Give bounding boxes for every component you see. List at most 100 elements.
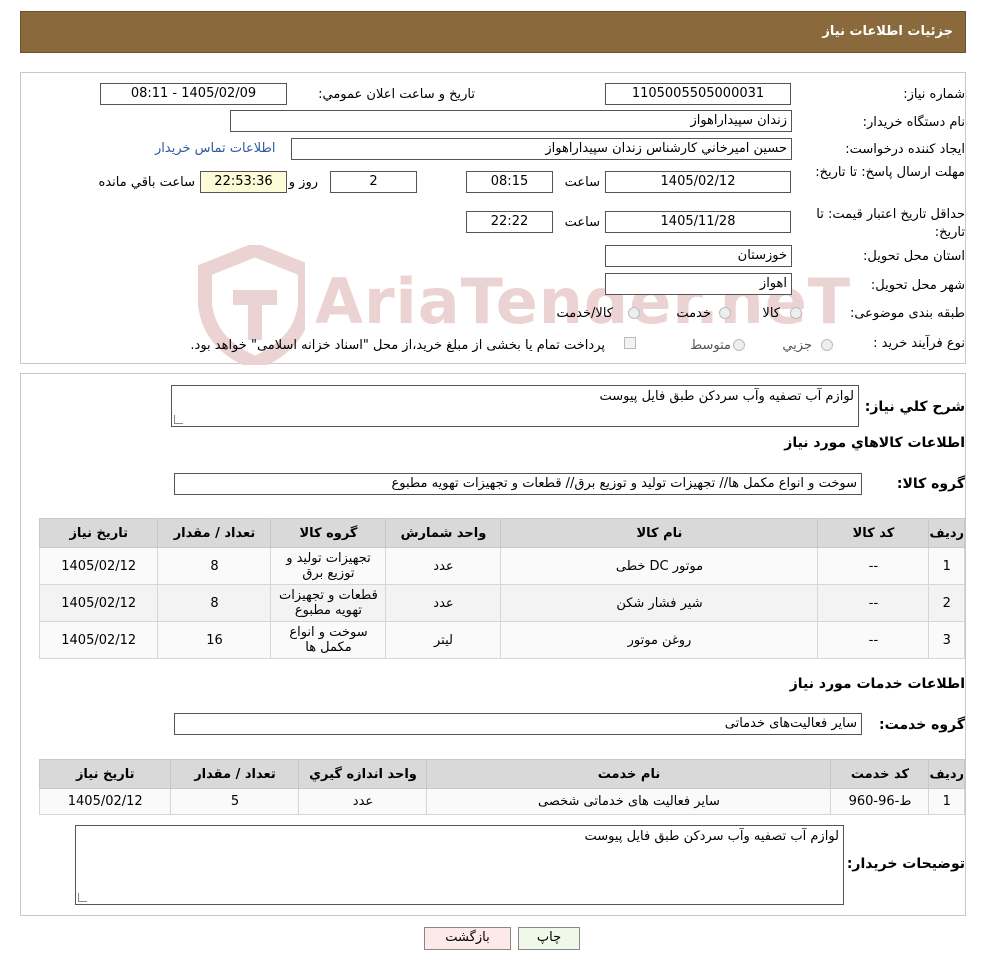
days-label: روز و <box>288 175 318 190</box>
buyer-notes-text: لوازم آب تصفیه وآب سردکن طبق فایل پیوست <box>584 829 839 844</box>
goods-group-field: سوخت و انواع مکمل ها// تجهیزات تولید و ت… <box>174 473 862 495</box>
deadline-time-field: 08:15 <box>466 171 553 193</box>
cell-name: سایر فعالیت های خدماتی شخصی <box>426 788 832 815</box>
goods-col-name: نام کالا <box>500 518 819 548</box>
process-minor-radio[interactable] <box>821 339 833 351</box>
city-field: اهواز <box>605 273 792 295</box>
goods-col-code: کد کالا <box>817 518 930 548</box>
province-field: خوزستان <box>605 245 792 267</box>
services-table: رديف کد خدمت نام خدمت واحد اندازه گيري ت… <box>38 759 965 815</box>
need-number-field: 1105005505000031 <box>605 83 791 105</box>
print-button[interactable]: چاپ <box>518 927 580 950</box>
resize-handle-icon[interactable] <box>78 893 87 902</box>
city-label: شهر محل تحويل: <box>870 278 965 293</box>
cell-code: -- <box>817 584 930 622</box>
cell-date: 1405/02/12 <box>38 584 159 622</box>
need-number-label: شماره نیاز: <box>903 87 965 102</box>
category-service-radio[interactable] <box>719 307 731 319</box>
services-col-date: تاريخ نياز <box>38 759 172 789</box>
services-col-row: رديف <box>928 759 965 789</box>
services-col-unit: واحد اندازه گيري <box>298 759 428 789</box>
cell-code: ط-96-960 <box>830 788 930 815</box>
cell-row: 1 <box>928 788 965 815</box>
services-col-qty: تعداد / مقدار <box>170 759 300 789</box>
goods-col-date: تاريخ نياز <box>38 518 159 548</box>
cell-name: شیر فشار شکن <box>500 584 819 622</box>
province-label: استان محل تحويل: <box>863 249 965 264</box>
table-row: 2 -- شیر فشار شکن عدد قطعات و تجهیزات ته… <box>38 584 965 622</box>
table-row: 3 -- روغن موتور لیتر سوخت و انواع مکمل ه… <box>38 621 965 659</box>
cell-date: 1405/02/12 <box>38 547 159 585</box>
description-label: شرح کلي نياز: <box>864 399 965 415</box>
buyer-field: زندان سپيداراهواز <box>230 110 792 132</box>
description-text: لوازم آب تصفیه وآب سردکن طبق فایل پیوست <box>599 389 854 404</box>
services-col-code: کد خدمت <box>830 759 930 789</box>
cell-qty: 5 <box>170 788 300 815</box>
validity-date-field: 1405/11/28 <box>605 211 791 233</box>
treasury-note: پرداخت تمام یا بخشی از مبلغ خرید،از محل … <box>190 338 605 353</box>
services-section-title: اطلاعات خدمات مورد نياز <box>789 676 965 692</box>
goods-table: رديف کد کالا نام کالا واحد شمارش گروه کا… <box>38 518 965 659</box>
buyer-label: نام دستگاه خريدار: <box>862 115 965 130</box>
cell-code: -- <box>817 547 930 585</box>
remaining-label: ساعت باقي مانده <box>98 175 195 190</box>
description-field: لوازم آب تصفیه وآب سردکن طبق فایل پیوست <box>171 385 859 427</box>
back-button[interactable]: بازگشت <box>424 927 511 950</box>
services-group-field: سایر فعالیت‌های خدماتی <box>174 713 862 735</box>
category-goods-label: کالا <box>762 306 780 321</box>
resize-handle-icon[interactable] <box>174 415 183 424</box>
process-label: نوع فرآیند خرید : <box>873 336 965 351</box>
goods-section-title: اطلاعات کالاهاي مورد نياز <box>784 435 965 451</box>
services-col-name: نام خدمت <box>426 759 832 789</box>
page-title: جزئیات اطلاعات نیاز <box>822 24 953 39</box>
deadline-date-field: 1405/02/12 <box>605 171 791 193</box>
category-goods-service-radio[interactable] <box>628 307 640 319</box>
process-medium-radio[interactable] <box>733 339 745 351</box>
validity-time-field: 22:22 <box>466 211 553 233</box>
process-medium-label: متوسط <box>690 338 731 353</box>
cell-row: 2 <box>928 584 965 622</box>
cell-date: 1405/02/12 <box>38 621 159 659</box>
cell-row: 1 <box>928 547 965 585</box>
cell-unit: لیتر <box>385 621 502 659</box>
table-row: 1 -- موتور DC خطی عدد تجهیزات تولید و تو… <box>38 547 965 585</box>
category-service-label: خدمت <box>676 306 711 321</box>
creator-label: ايجاد کننده درخواست: <box>845 142 965 157</box>
category-goods-service-label: کالا/خدمت <box>556 306 613 321</box>
cell-unit: عدد <box>385 547 502 585</box>
buyer-contact-link[interactable]: اطلاعات تماس خريدار <box>155 141 275 156</box>
goods-col-unit: واحد شمارش <box>385 518 502 548</box>
goods-col-qty: تعداد / مقدار <box>157 518 272 548</box>
cell-name: روغن موتور <box>500 621 819 659</box>
buyer-notes-label: توضيحات خريدار: <box>846 856 965 872</box>
treasury-checkbox[interactable] <box>624 337 636 349</box>
buyer-notes-field: لوازم آب تصفیه وآب سردکن طبق فایل پیوست <box>75 825 844 905</box>
cell-row: 3 <box>928 621 965 659</box>
services-group-label: گروه خدمت: <box>879 717 965 733</box>
cell-qty: 16 <box>157 621 272 659</box>
cell-date: 1405/02/12 <box>38 788 172 815</box>
validity-label: حداقل تاريخ اعتبار قيمت: تا تاريخ: <box>816 207 965 240</box>
page-header: جزئیات اطلاعات نیاز <box>20 11 966 53</box>
remaining-time-field: 22:53:36 <box>200 171 287 193</box>
cell-code: -- <box>817 621 930 659</box>
goods-col-row: رديف <box>928 518 965 548</box>
announce-field: 1405/02/09 - 08:11 <box>100 83 287 105</box>
cell-group: تجهیزات تولید و توزیع برق <box>270 547 387 585</box>
deadline-time-label: ساعت <box>564 175 600 190</box>
goods-col-group: گروه کالا <box>270 518 387 548</box>
cell-unit: عدد <box>298 788 428 815</box>
cell-qty: 8 <box>157 547 272 585</box>
process-minor-label: جزيي <box>782 338 812 353</box>
goods-group-label: گروه کالا: <box>896 476 965 492</box>
cell-qty: 8 <box>157 584 272 622</box>
deadline-label: مهلت ارسال پاسخ: تا تاريخ: <box>815 165 965 180</box>
announce-label: تاریخ و ساعت اعلان عمومي: <box>318 87 475 102</box>
creator-field: حسين اميرخاني کارشناس زندان سپيداراهواز <box>291 138 792 160</box>
category-label: طبقه بندی موضوعی: <box>849 306 965 321</box>
table-row: 1 ط-96-960 سایر فعالیت های خدماتی شخصی ع… <box>38 788 965 815</box>
cell-group: قطعات و تجهیزات تهویه مطبوع <box>270 584 387 622</box>
days-field: 2 <box>330 171 417 193</box>
category-goods-radio[interactable] <box>790 307 802 319</box>
validity-time-label: ساعت <box>564 215 600 230</box>
